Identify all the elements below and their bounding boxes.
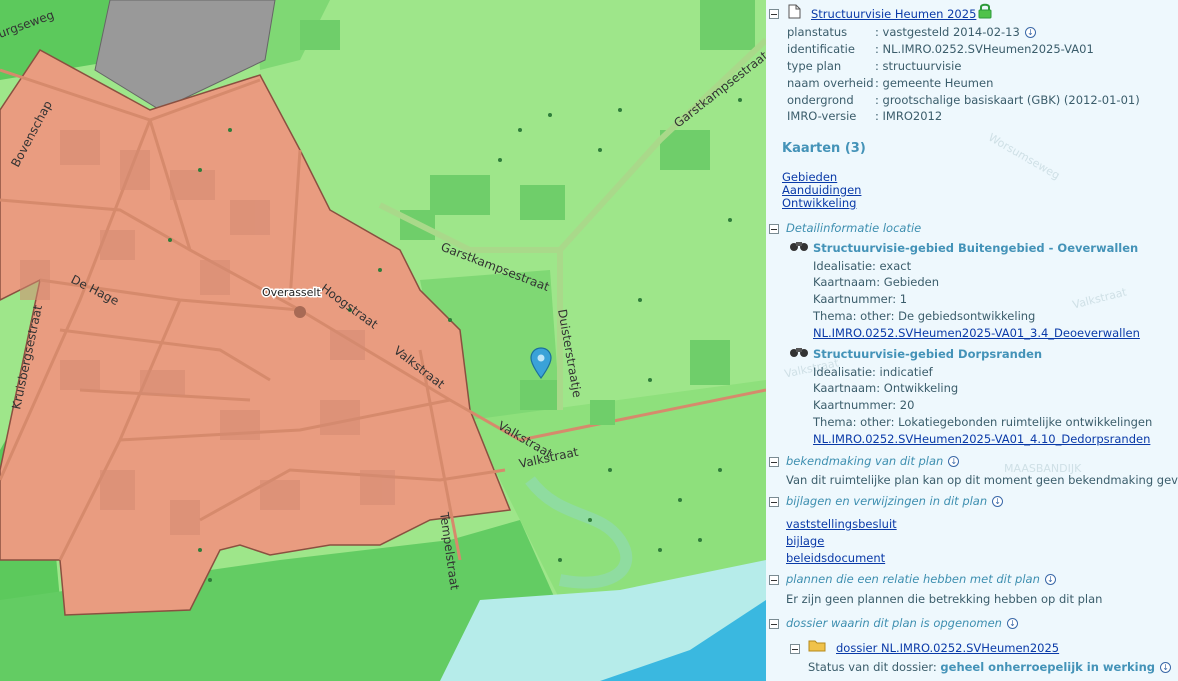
gebied-detail: Idealisatie: exact	[813, 259, 912, 273]
gebied-detail: Thema: other: De gebiedsontwikkeling	[813, 309, 1036, 323]
location-pin-icon[interactable]	[530, 347, 552, 379]
gebied-detail: Thema: other: Lokatiegebonden ruimtelijk…	[813, 415, 1153, 429]
plan-meta-label: identificatie	[787, 42, 855, 56]
collapse-toggle-plan[interactable]	[769, 9, 779, 19]
binoculars-icon	[790, 242, 808, 251]
relatie-heading: plannen die een relatie hebben met dit p…	[786, 572, 1056, 586]
detail-heading: Detailinformatie locatie	[786, 221, 922, 235]
bijlage-link-bijlage[interactable]: bijlage	[786, 534, 824, 548]
download-icon[interactable]: ↓	[1006, 618, 1018, 629]
kaart-link-ontwikkeling[interactable]: Ontwikkeling	[782, 196, 856, 210]
plan-meta-label: IMRO-versie	[787, 109, 857, 123]
gebied-title: Structuurvisie-gebied Buitengebied - Oev…	[813, 241, 1139, 255]
collapse-toggle-dossier-item[interactable]	[790, 644, 800, 654]
lock-icon	[978, 3, 992, 19]
kaarten-heading: Kaarten (3)	[782, 141, 866, 156]
bijlagen-heading: bijlagen en verwijzingen in dit plan ↓	[786, 494, 1004, 508]
document-icon	[788, 4, 801, 19]
plan-meta-value: : gemeente Heumen	[875, 76, 994, 90]
plan-meta-row: IMRO-versie : IMRO2012	[787, 109, 942, 123]
relatie-text: Er zijn geen plannen die betrekking hebb…	[786, 592, 1103, 606]
plan-meta-row: planstatus : vastgesteld 2014-02-13 ↓	[787, 25, 1036, 39]
download-icon[interactable]: ↓	[1044, 574, 1056, 585]
download-icon[interactable]: ↓	[1160, 662, 1172, 673]
map-view[interactable]: Garstkampsestraat Garstkampsestraat Hoog…	[0, 0, 766, 681]
church-marker	[294, 306, 306, 318]
download-icon[interactable]: ↓	[948, 456, 960, 467]
plan-meta-value: : NL.IMRO.0252.SVHeumen2025-VA01	[875, 42, 1094, 56]
plan-meta-label: ondergrond	[787, 93, 854, 107]
binoculars-icon	[790, 348, 808, 357]
collapse-toggle-bekendmaking[interactable]	[769, 457, 779, 467]
gebied-detail: Kaartnummer: 20	[813, 398, 915, 412]
plan-info-panel[interactable]: Worsumseweg Valkstraat Valkstraat MAASBA…	[766, 0, 1178, 681]
folder-icon	[808, 640, 826, 652]
ghost-map-label: Worsumseweg	[986, 130, 1063, 183]
ghost-map-label: Valkstraat	[1071, 285, 1128, 312]
plan-meta-value: : IMRO2012	[875, 109, 943, 123]
plan-meta-value: : structuurvisie	[875, 59, 962, 73]
dossier-heading: dossier waarin dit plan is opgenomen ↓	[786, 616, 1018, 630]
plan-title-link[interactable]: Structuurvisie Heumen 2025	[811, 7, 976, 21]
collapse-toggle-bijlagen[interactable]	[769, 497, 779, 507]
bekendmaking-heading: bekendmaking van dit plan ↓	[786, 454, 960, 468]
plan-meta-label: naam overheid	[787, 76, 874, 90]
kaart-link-aanduidingen[interactable]: Aanduidingen	[782, 183, 861, 197]
plan-meta-value: : vastgesteld 2014-02-13	[875, 25, 1020, 39]
collapse-toggle-dossier[interactable]	[769, 619, 779, 629]
gebied-detail: Kaartnaam: Ontwikkeling	[813, 381, 959, 395]
gebied-document-link[interactable]: NL.IMRO.0252.SVHeumen2025-VA01_4.10_Dedo…	[813, 432, 1150, 446]
bijlage-link-vaststellingsbesluit[interactable]: vaststellingsbesluit	[786, 517, 897, 531]
map-canvas[interactable]: Garstkampsestraat Garstkampsestraat Hoog…	[0, 0, 766, 681]
download-icon[interactable]: ↓	[1024, 27, 1036, 38]
collapse-toggle-detail[interactable]	[769, 224, 779, 234]
dossier-link[interactable]: dossier NL.IMRO.0252.SVHeumen2025	[836, 641, 1059, 655]
gebied-title: Structuurvisie-gebied Dorpsranden	[813, 347, 1043, 361]
plan-meta-row: type plan : structuurvisie	[787, 59, 961, 73]
dossier-status: Status van dit dossier: geheel onherroep…	[808, 660, 1172, 674]
download-icon[interactable]: ↓	[992, 496, 1004, 507]
bijlage-link-beleidsdocument[interactable]: beleidsdocument	[786, 551, 885, 565]
plan-meta-row: identificatie : NL.IMRO.0252.SVHeumen2025…	[787, 42, 1094, 56]
plan-meta-row: naam overheid: gemeente Heumen	[787, 76, 993, 90]
gebied-detail: Idealisatie: indicatief	[813, 365, 933, 379]
plan-meta-label: planstatus	[787, 25, 848, 39]
gebied-detail: Kaartnaam: Gebieden	[813, 275, 940, 289]
gebied-document-link[interactable]: NL.IMRO.0252.SVHeumen2025-VA01_3.4_Deoev…	[813, 326, 1140, 340]
bekendmaking-text: Van dit ruimtelijke plan kan op dit mome…	[786, 473, 1178, 487]
collapse-toggle-relatie[interactable]	[769, 575, 779, 585]
plan-meta-value: : grootschalige basiskaart (GBK) (2012-0…	[875, 93, 1140, 107]
plan-meta-label: type plan	[787, 59, 842, 73]
kaart-link-gebieden[interactable]: Gebieden	[782, 170, 837, 184]
place-label: Overasselt	[262, 286, 321, 299]
plan-meta-row: ondergrond : grootschalige basiskaart (GB…	[787, 93, 1140, 107]
gebied-detail: Kaartnummer: 1	[813, 292, 908, 306]
